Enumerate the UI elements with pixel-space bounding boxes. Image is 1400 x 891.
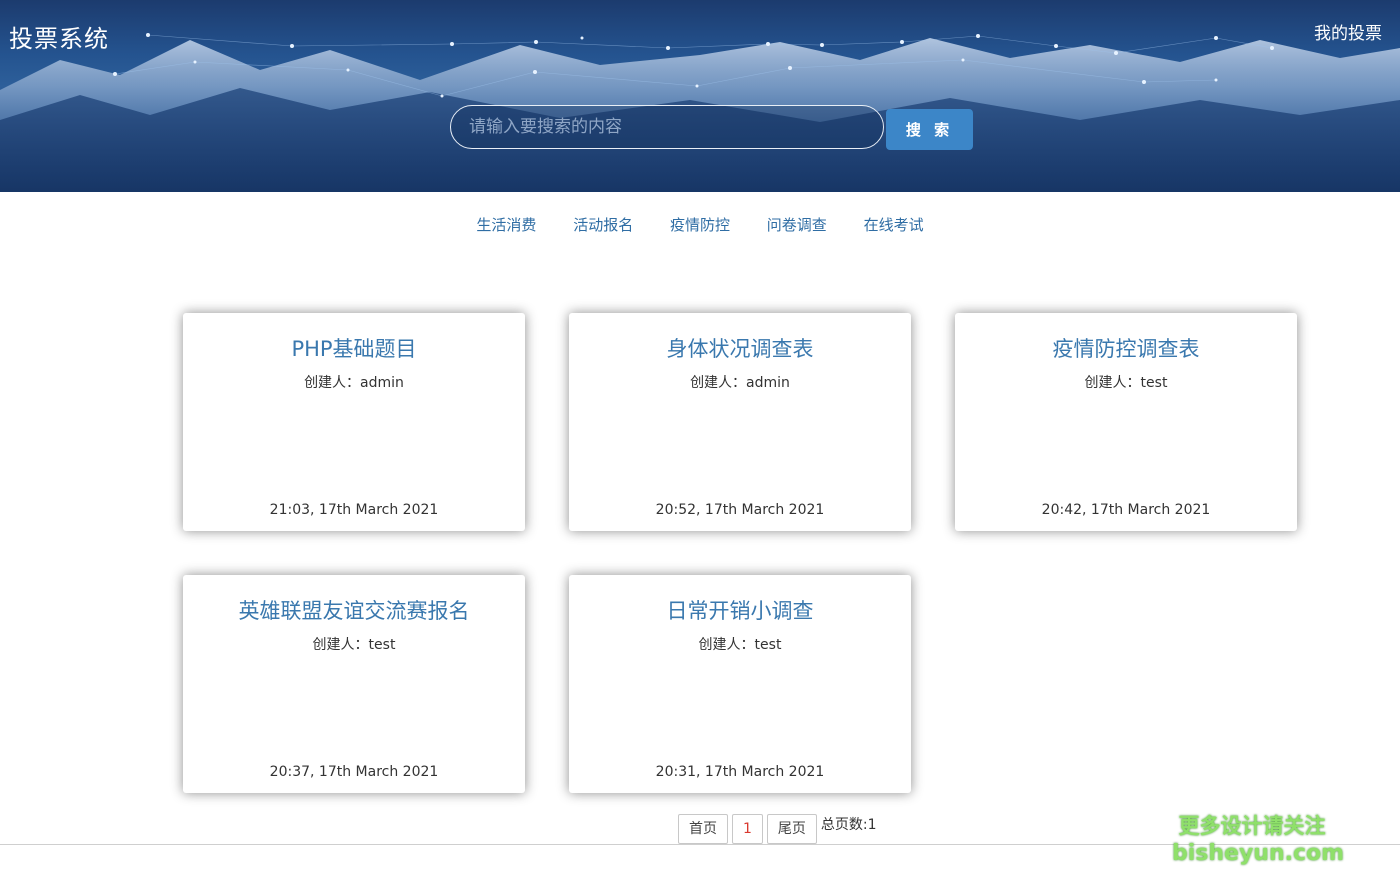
- site-title: 投票系统: [9, 25, 109, 53]
- card-timestamp: 20:31, 17th March 2021: [655, 764, 825, 780]
- watermark-line-1: 更多设计请关注: [1178, 814, 1326, 838]
- card-title[interactable]: 英雄联盟友谊交流赛报名: [183, 595, 525, 625]
- search-input[interactable]: [450, 105, 884, 149]
- card-creator: 创建人：test: [312, 637, 396, 653]
- card-timestamp: 20:42, 17th March 2021: [1041, 502, 1211, 518]
- card-timestamp: 21:03, 17th March 2021: [269, 502, 439, 518]
- nav-item-life-consumption[interactable]: 生活消费: [476, 216, 536, 234]
- vote-card[interactable]: 英雄联盟友谊交流赛报名 创建人：test 20:37, 17th March 2…: [183, 575, 525, 793]
- pagination: 首页 1 尾页 总页数:1: [678, 814, 877, 844]
- card-title[interactable]: 日常开销小调查: [569, 595, 911, 625]
- nav-item-online-exam[interactable]: 在线考试: [864, 216, 924, 234]
- card-creator: 创建人：test: [1084, 375, 1168, 391]
- total-pages-label: 总页数:1: [820, 817, 877, 833]
- header-banner: 投票系统 我的投票 搜 索: [0, 0, 1400, 192]
- card-creator: 创建人：admin: [690, 375, 790, 391]
- card-title[interactable]: PHP基础题目: [183, 333, 525, 363]
- card-creator: 创建人：test: [698, 637, 782, 653]
- current-page-button[interactable]: 1: [732, 814, 763, 844]
- watermark: 更多设计请关注 bisheyun.com: [1172, 812, 1345, 868]
- nav-item-questionnaire[interactable]: 问卷调查: [767, 216, 827, 234]
- first-page-button[interactable]: 首页: [678, 814, 728, 844]
- mountain-background: [0, 33, 1400, 192]
- card-timestamp: 20:52, 17th March 2021: [655, 502, 825, 518]
- category-nav: 生活消费 活动报名 疫情防控 问卷调查 在线考试: [0, 214, 1400, 235]
- card-creator: 创建人：admin: [304, 375, 404, 391]
- card-timestamp: 20:37, 17th March 2021: [269, 764, 439, 780]
- nav-item-epidemic-control[interactable]: 疫情防控: [670, 216, 730, 234]
- search-button[interactable]: 搜 索: [886, 109, 973, 150]
- vote-card[interactable]: PHP基础题目 创建人：admin 21:03, 17th March 2021: [183, 313, 525, 531]
- last-page-button[interactable]: 尾页: [766, 814, 817, 844]
- watermark-line-2: bisheyun.com: [1172, 841, 1345, 866]
- nav-item-event-signup[interactable]: 活动报名: [573, 216, 633, 234]
- vote-card[interactable]: 日常开销小调查 创建人：test 20:31, 17th March 2021: [569, 575, 911, 793]
- card-title[interactable]: 身体状况调查表: [569, 333, 911, 363]
- vote-card[interactable]: 身体状况调查表 创建人：admin 20:52, 17th March 2021: [569, 313, 911, 531]
- card-title[interactable]: 疫情防控调查表: [955, 333, 1297, 363]
- vote-card[interactable]: 疫情防控调查表 创建人：test 20:42, 17th March 2021: [955, 313, 1297, 531]
- my-votes-link[interactable]: 我的投票: [1314, 19, 1382, 44]
